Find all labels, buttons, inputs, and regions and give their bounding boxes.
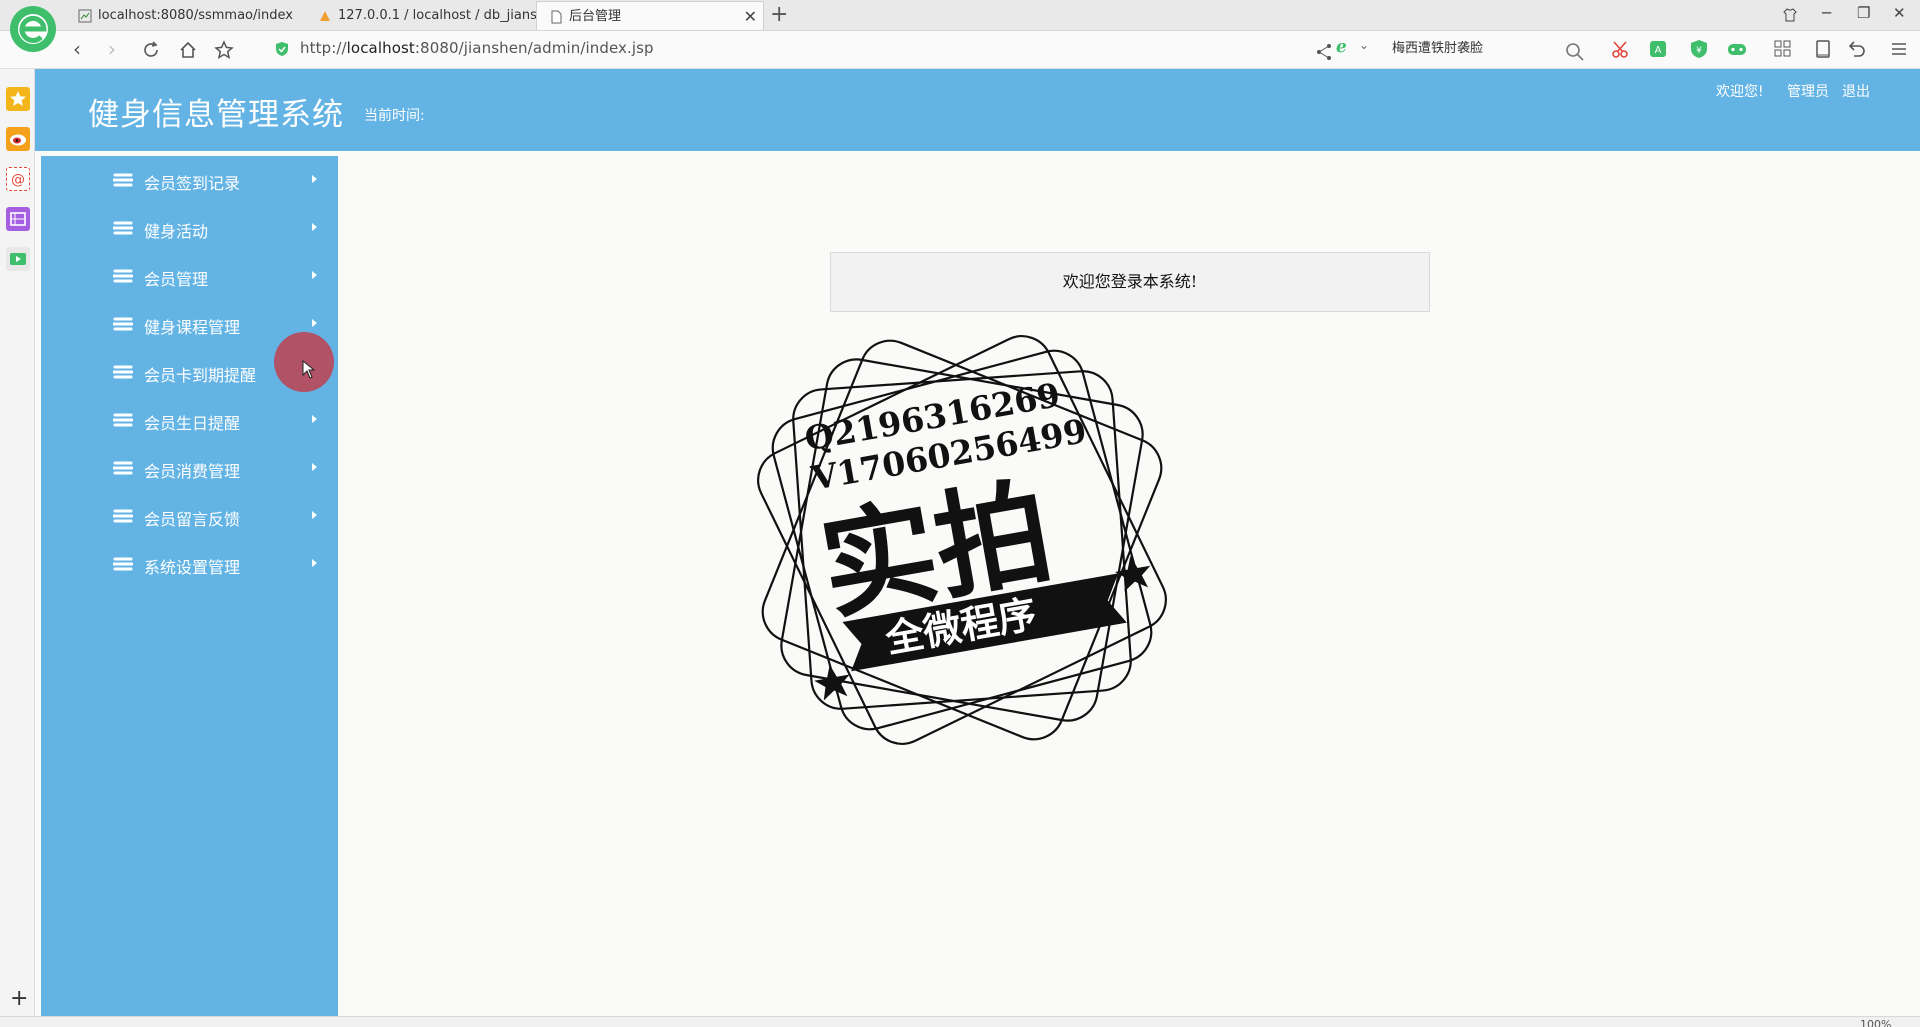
home-icon[interactable] bbox=[178, 40, 198, 60]
caret-right-icon bbox=[312, 271, 317, 279]
weibo-icon[interactable] bbox=[6, 127, 30, 151]
sidebar-item-label: 会员签到记录 bbox=[144, 174, 241, 193]
undo-icon[interactable] bbox=[1845, 38, 1867, 60]
email-icon[interactable]: @ bbox=[6, 167, 30, 191]
caret-right-icon bbox=[312, 175, 317, 183]
svg-text:¥: ¥ bbox=[1696, 46, 1702, 56]
browser-logo-icon[interactable] bbox=[8, 4, 58, 54]
apps-grid-icon[interactable] bbox=[1772, 38, 1794, 60]
mouse-cursor-icon bbox=[302, 360, 316, 379]
sidebar-item-system-settings[interactable]: 系统设置管理 bbox=[41, 544, 338, 584]
secure-shield-icon bbox=[276, 42, 288, 56]
current-time-label: 当前时间: bbox=[364, 108, 425, 124]
sidebar-item-consumption-management[interactable]: 会员消费管理 bbox=[41, 448, 338, 488]
comics-icon[interactable] bbox=[6, 207, 30, 231]
sidebar-item-birthday-reminder[interactable]: 会员生日提醒 bbox=[41, 400, 338, 440]
caret-right-icon bbox=[312, 463, 317, 471]
sidebar-item-checkin-records[interactable]: 会员签到记录 bbox=[41, 160, 338, 200]
scissors-icon[interactable] bbox=[1610, 38, 1632, 60]
stack-icon bbox=[113, 461, 133, 475]
url-field[interactable]: http://localhost:8080/jianshen/admin/ind… bbox=[300, 39, 654, 57]
shirt-icon[interactable] bbox=[1782, 7, 1798, 23]
security-shield-icon[interactable]: ¥ bbox=[1688, 38, 1710, 60]
menu-icon[interactable] bbox=[1888, 38, 1910, 60]
caret-right-icon bbox=[312, 319, 317, 327]
minimize-button[interactable]: ─ bbox=[1822, 4, 1831, 22]
stack-icon bbox=[113, 557, 133, 571]
search-icon[interactable] bbox=[1564, 41, 1586, 63]
reading-mode-icon[interactable] bbox=[1812, 38, 1834, 60]
chevron-down-icon[interactable]: ⌄ bbox=[1359, 38, 1369, 52]
sidebar-item-feedback[interactable]: 会员留言反馈 bbox=[41, 496, 338, 536]
svg-text:@: @ bbox=[11, 172, 25, 188]
sidebar-item-label: 会员卡到期提醒 bbox=[144, 366, 257, 385]
address-toolbar: ‹ › http://localhost:8080/jianshen/admin… bbox=[0, 31, 1920, 69]
game-controller-icon[interactable] bbox=[1726, 38, 1748, 60]
share-icon[interactable] bbox=[1314, 41, 1336, 63]
translate-icon[interactable]: A bbox=[1648, 38, 1670, 60]
phpmyadmin-icon bbox=[320, 11, 330, 21]
sidebar-item-label: 会员管理 bbox=[144, 270, 209, 289]
stack-icon bbox=[113, 269, 133, 283]
welcome-text: 欢迎您! bbox=[1716, 84, 1764, 100]
stack-icon bbox=[113, 509, 133, 523]
forward-icon[interactable]: › bbox=[108, 37, 116, 61]
tab-title: 后台管理 bbox=[569, 9, 622, 24]
app-header: 健身信息管理系统 当前时间: 欢迎您! 管理员 退出 bbox=[35, 69, 1920, 151]
tab-ssmmao[interactable]: localhost:8080/ssmmao/index bbox=[66, 1, 306, 30]
stack-icon bbox=[113, 413, 133, 427]
sidebar-item-label: 健身活动 bbox=[144, 222, 209, 241]
browser-tab-bar: localhost:8080/ssmmao/index 127.0.0.1 / … bbox=[0, 0, 1920, 31]
sidebar-item-label: 系统设置管理 bbox=[144, 558, 241, 577]
caret-right-icon bbox=[312, 415, 317, 423]
stack-icon bbox=[113, 221, 133, 235]
sidebar-item-label: 会员消费管理 bbox=[144, 462, 241, 481]
sidebar-item-label: 会员生日提醒 bbox=[144, 414, 241, 433]
svg-text:A: A bbox=[1655, 45, 1662, 56]
stack-icon bbox=[113, 365, 133, 379]
tab-title: 127.0.0.1 / localhost / db_jians bbox=[338, 8, 536, 23]
tab-admin[interactable]: 后台管理 ✕ bbox=[536, 1, 764, 30]
close-tab-icon[interactable]: ✕ bbox=[744, 2, 757, 30]
tab-title: localhost:8080/ssmmao/index bbox=[98, 8, 293, 23]
close-window-button[interactable]: ✕ bbox=[1893, 4, 1906, 22]
sidebar-item-fitness-activities[interactable]: 健身活动 bbox=[41, 208, 338, 248]
sidebar-item-label: 健身课程管理 bbox=[144, 318, 241, 337]
restore-button[interactable]: ❐ bbox=[1857, 4, 1870, 22]
video-icon[interactable] bbox=[6, 247, 30, 271]
page-title: 健身信息管理系统 bbox=[88, 97, 344, 133]
caret-right-icon bbox=[312, 223, 317, 231]
back-icon[interactable]: ‹ bbox=[73, 37, 81, 61]
refresh-icon[interactable] bbox=[141, 40, 161, 60]
sidebar-item-label: 会员留言反馈 bbox=[144, 510, 241, 529]
add-favorite-icon[interactable]: + bbox=[10, 986, 28, 1011]
favorites-star-icon[interactable] bbox=[6, 87, 30, 111]
ie-engine-icon[interactable]: ℯ bbox=[1336, 37, 1347, 57]
status-bar: 100% bbox=[0, 1016, 1920, 1027]
caret-right-icon bbox=[312, 511, 317, 519]
logout-link[interactable]: 退出 bbox=[1842, 81, 1870, 101]
user-link[interactable]: 管理员 bbox=[1787, 81, 1829, 101]
favorites-strip: @ + bbox=[0, 69, 35, 1026]
caret-right-icon bbox=[312, 559, 317, 567]
stack-icon bbox=[113, 173, 133, 187]
star-icon[interactable] bbox=[214, 40, 234, 60]
watermark-stamp: Q2196316269 V17060256499 实拍 全微程序 bbox=[757, 335, 1167, 745]
stack-icon bbox=[113, 317, 133, 331]
tab-phpmyadmin[interactable]: 127.0.0.1 / localhost / db_jians bbox=[306, 1, 536, 30]
page-icon bbox=[78, 9, 92, 23]
new-tab-button[interactable]: + bbox=[770, 2, 788, 28]
document-icon bbox=[551, 10, 562, 24]
sidebar-item-member-management[interactable]: 会员管理 bbox=[41, 256, 338, 296]
sidebar-menu: 会员签到记录 健身活动 会员管理 健身课程管理 会员卡到期提醒 会员生日提醒 会… bbox=[41, 156, 338, 1016]
search-input[interactable]: 梅西遭铁肘袭脸 bbox=[1392, 36, 1582, 62]
